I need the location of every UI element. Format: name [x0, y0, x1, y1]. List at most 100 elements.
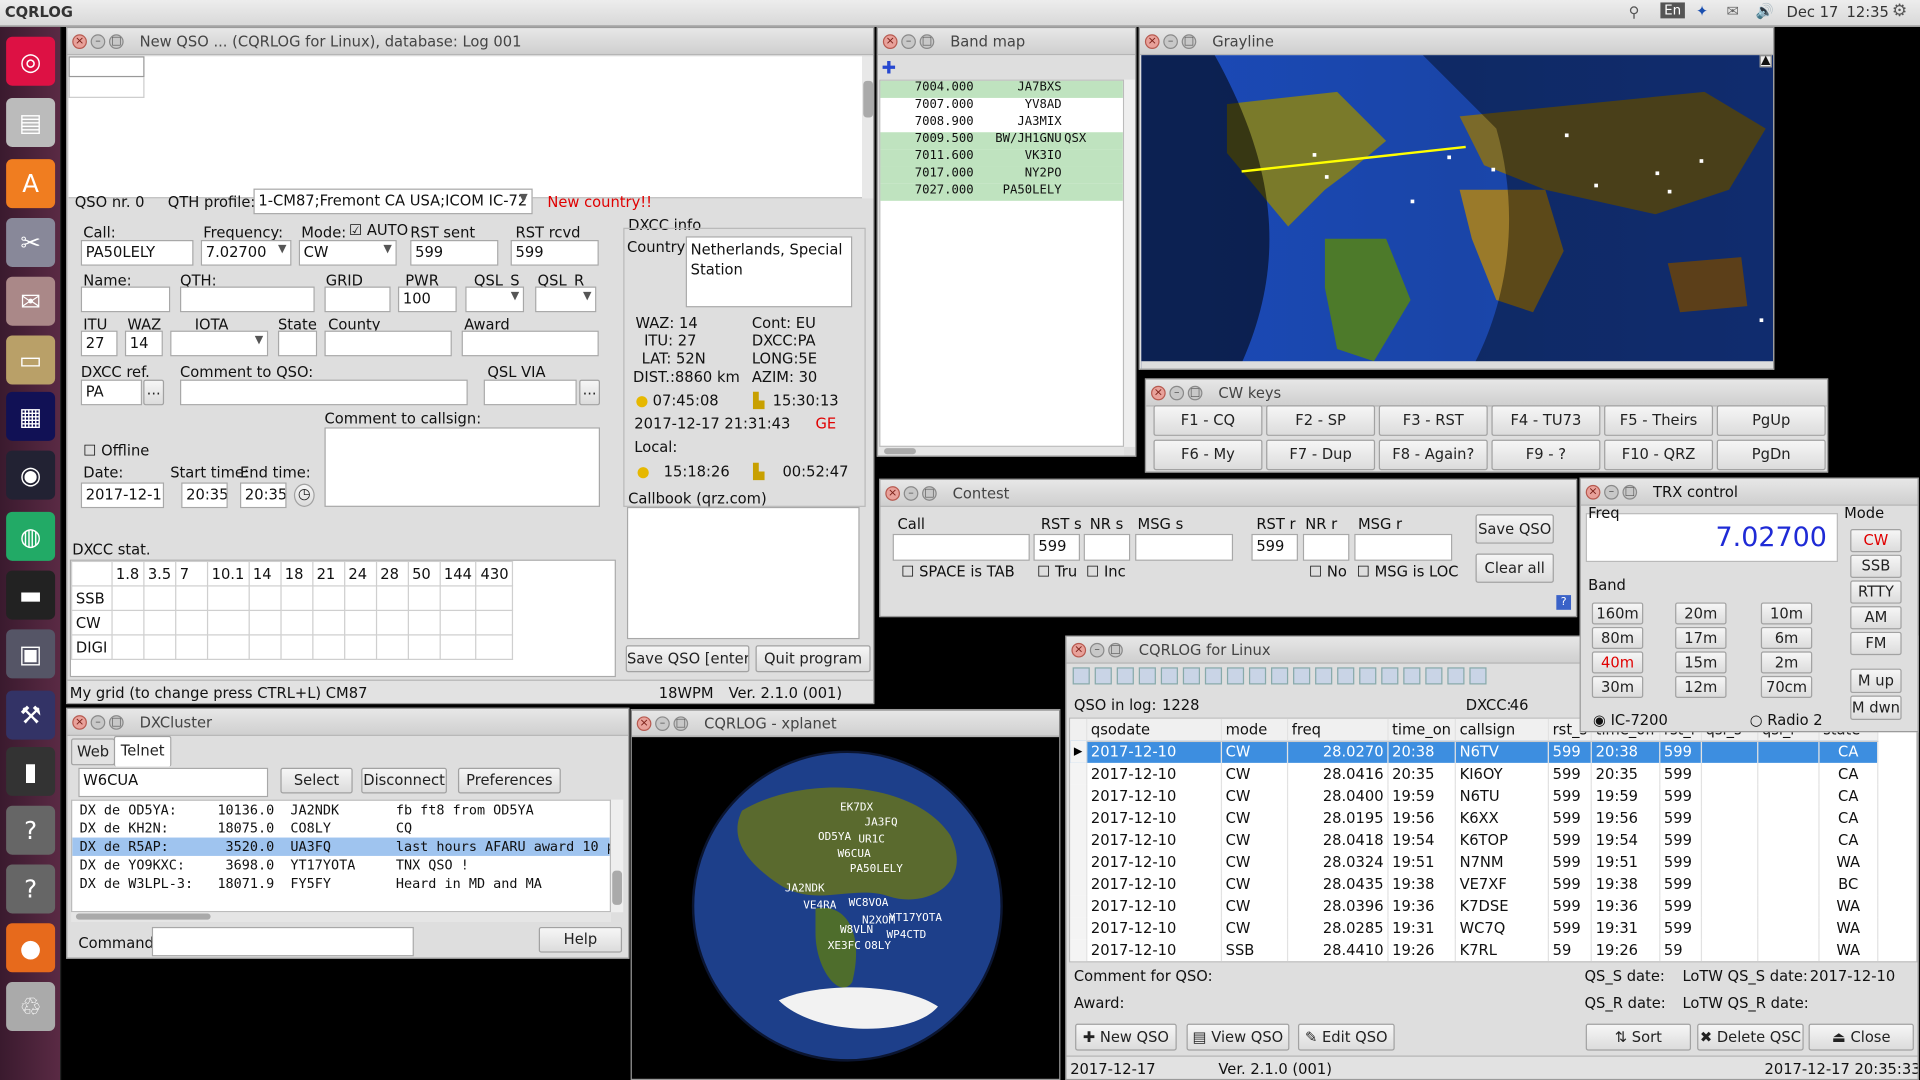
frequency-select[interactable]: 7.02700 ▼: [200, 240, 292, 266]
qso-log-table[interactable]: qsodatemodefreqtime_oncallsignrst_stime_…: [1068, 717, 1918, 963]
help-button[interactable]: Help: [538, 926, 623, 953]
mode-button[interactable]: SSB: [1850, 554, 1902, 578]
minimize-icon[interactable]: –: [1604, 484, 1619, 499]
volume-icon[interactable]: 🔊: [1756, 2, 1774, 19]
rst-rcvd-input[interactable]: 599: [510, 240, 599, 266]
nr-s-input[interactable]: [1083, 533, 1131, 561]
search-icon[interactable]: ⚲: [1629, 4, 1640, 21]
maximize-icon[interactable]: □: [108, 33, 124, 49]
band-button[interactable]: 70cm: [1760, 675, 1813, 698]
tab-telnet[interactable]: Telnet: [113, 735, 172, 767]
sun-icon[interactable]: [1271, 667, 1289, 685]
spot-row[interactable]: DX de OD5YA: 10136.0 JA2NDK fb ft8 from …: [72, 801, 610, 819]
minimize-icon[interactable]: –: [1169, 385, 1185, 400]
close-button[interactable]: ⏏ Close: [1808, 1023, 1914, 1051]
qsl-r-select[interactable]: ▼: [535, 286, 597, 313]
award-input[interactable]: [461, 330, 599, 357]
mail-icon[interactable]: ✉: [1727, 2, 1739, 19]
tab-web[interactable]: Web: [71, 738, 116, 766]
msg-is-loc-checkbox[interactable]: ☐ MSG is LOC: [1357, 563, 1459, 580]
log-row[interactable]: 2017-12-10 SSB 28.4410 19:26 K7RL 59 19:26 59 WA: [1070, 939, 1879, 962]
sdr-app-icon[interactable]: ▣: [6, 629, 56, 679]
spot-row[interactable]: DX de W3LPL-3: 18071.9 FY5FY Heard in MD…: [72, 874, 610, 892]
maximize-icon[interactable]: □: [919, 33, 935, 49]
band-button[interactable]: 6m: [1760, 626, 1813, 649]
filter-add-icon[interactable]: [1094, 667, 1112, 685]
refresh-icon[interactable]: [1204, 667, 1223, 685]
qth-profile-select[interactable]: 1-CM87;Fremont CA USA;ICOM IC-72 ▼: [253, 188, 533, 215]
log-row[interactable]: 2017-12-10 CW 28.0285 19:31 WC7Q 599 19:31 599 W…: [1070, 917, 1879, 940]
column-header[interactable]: callsign: [1455, 718, 1549, 742]
space-is-tab-checkbox[interactable]: ☐ SPACE is TAB: [901, 563, 1014, 580]
clock-date[interactable]: Dec 17: [1787, 4, 1839, 21]
column-header[interactable]: time_on: [1387, 718, 1456, 742]
mode-select[interactable]: CW ▼: [298, 240, 397, 266]
msg-r-input[interactable]: [1354, 533, 1453, 561]
minimize-icon[interactable]: –: [1089, 642, 1105, 657]
minimize-icon[interactable]: –: [655, 715, 670, 731]
preferences-button[interactable]: Preferences: [457, 767, 561, 794]
no-checkbox[interactable]: ☐ No: [1309, 563, 1347, 580]
clock-time[interactable]: 12:35: [1847, 4, 1889, 21]
rst-r-input[interactable]: 599: [1251, 533, 1298, 561]
mode-button[interactable]: AM: [1850, 606, 1902, 630]
close-icon[interactable]: ×: [1071, 642, 1087, 657]
doc-icon[interactable]: [1337, 667, 1355, 685]
export-icon[interactable]: [1138, 667, 1156, 685]
minimize-icon[interactable]: –: [90, 714, 106, 730]
log-row[interactable]: ▶ 2017-12-10 CW 28.0270 20:38 N6TV 599 20:38 599…: [1070, 740, 1879, 763]
date-input[interactable]: 2017-12-17: [80, 482, 165, 509]
maximize-icon[interactable]: □: [1181, 33, 1197, 49]
start-time-input[interactable]: 20:35: [181, 482, 228, 509]
radio-app-icon[interactable]: ◉: [6, 450, 56, 500]
bandmap-row[interactable]: 7017.000 NY2PO: [880, 166, 1123, 184]
clock-icon[interactable]: ◷: [293, 483, 315, 507]
radio-1-option[interactable]: ◉ IC-7200: [1593, 711, 1668, 728]
cw-key-button[interactable]: F7 - Dup: [1266, 439, 1376, 471]
settings-icon[interactable]: ✂: [6, 217, 56, 267]
vertical-scrollbar[interactable]: [862, 56, 874, 199]
save-qso-button[interactable]: Save QSO [enter]: [625, 645, 750, 673]
cw-key-button[interactable]: PgUp: [1716, 405, 1826, 436]
log-row[interactable]: 2017-12-10 CW 28.0435 19:38 VE7XF 599 19:38 599…: [1070, 873, 1879, 896]
log-row[interactable]: 2017-12-10 CW 28.0416 20:35 KI6OY 599 20:35 599…: [1070, 762, 1879, 785]
band-button[interactable]: 10m: [1760, 602, 1813, 625]
column-header[interactable]: qsodate: [1086, 718, 1222, 742]
state-input[interactable]: [277, 330, 318, 357]
close-icon[interactable]: ×: [636, 715, 652, 731]
radio-2-option[interactable]: ○ Radio 2: [1750, 711, 1823, 728]
cw-key-button[interactable]: F10 - QRZ: [1604, 439, 1714, 471]
vertical-scrollbar[interactable]: [611, 799, 624, 913]
maximize-icon[interactable]: □: [1187, 385, 1203, 400]
memory-down-button[interactable]: M dwn: [1850, 695, 1902, 721]
end-time-input[interactable]: 20:35: [240, 482, 287, 509]
memory-up-button[interactable]: M up: [1850, 668, 1902, 694]
clear-all-button[interactable]: Clear all: [1475, 553, 1554, 583]
previous-qso-grid[interactable]: [68, 56, 863, 199]
maximize-icon[interactable]: □: [673, 715, 689, 731]
band-button[interactable]: 80m: [1591, 626, 1644, 649]
cw-key-button[interactable]: F6 - My: [1153, 439, 1263, 471]
band-button[interactable]: 17m: [1675, 626, 1727, 649]
new-qso-button[interactable]: ✚ New QSO: [1075, 1023, 1177, 1051]
bandmap-row[interactable]: 7008.900 JA3MIX: [880, 115, 1123, 133]
itu-input[interactable]: 27: [80, 330, 118, 357]
mail-client-icon[interactable]: ✉: [6, 276, 56, 326]
table-icon[interactable]: [1359, 667, 1377, 685]
band-button[interactable]: 40m: [1591, 651, 1644, 674]
save-icon[interactable]: [1403, 667, 1421, 685]
table-icon[interactable]: [1381, 667, 1399, 685]
sort-button[interactable]: ⇅ Sort: [1585, 1023, 1692, 1051]
edit-qso-button[interactable]: ✎ Edit QSO: [1297, 1023, 1395, 1051]
auto-checkbox[interactable]: ☑ AUTO: [349, 222, 408, 239]
qth-input[interactable]: [180, 286, 315, 313]
close-icon[interactable]: ×: [1144, 33, 1160, 49]
cw-key-button[interactable]: F9 - ?: [1491, 439, 1601, 471]
contest-call-input[interactable]: [892, 533, 1030, 561]
minimize-icon[interactable]: –: [90, 33, 106, 49]
bandmap-tool-icon[interactable]: ✚: [882, 59, 896, 79]
qsl-s-select[interactable]: ▼: [465, 286, 525, 313]
call-input[interactable]: PA50LELY: [80, 240, 194, 266]
cw-key-button[interactable]: F2 - SP: [1266, 405, 1376, 436]
folder-icon[interactable]: ▭: [6, 335, 56, 385]
